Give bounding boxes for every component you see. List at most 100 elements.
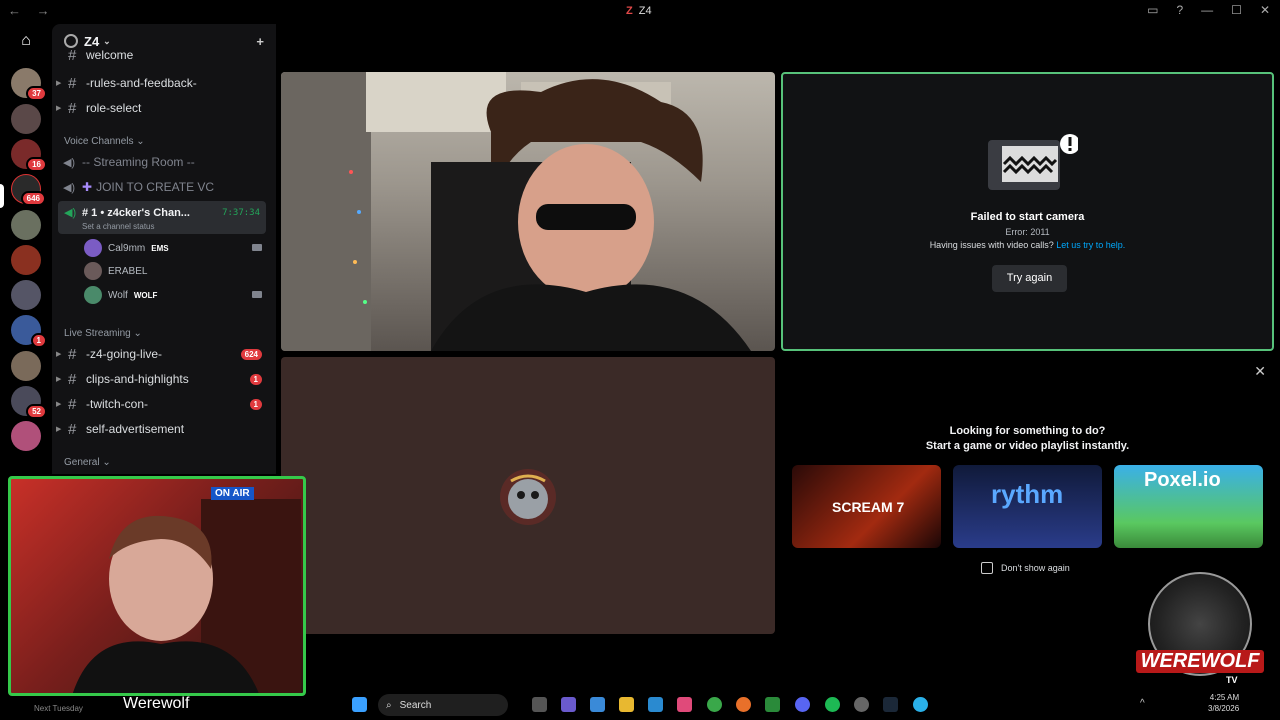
video-tile-avatar[interactable] — [281, 357, 775, 634]
werewolf-tv-logo: WEREWOLF TV — [1136, 572, 1264, 690]
activity-card-rythm[interactable]: rythm — [953, 465, 1102, 548]
windows-start-icon[interactable] — [352, 697, 367, 712]
chevron-right-icon: ▶ — [56, 80, 62, 87]
back-forward-icons[interactable]: ← → — [8, 3, 56, 18]
call-timer: 7:37:34 — [222, 208, 260, 218]
try-again-button[interactable]: Try again — [992, 265, 1067, 292]
windows-taskbar: ⌕ Search ^ — [330, 690, 1280, 720]
channel-self-advertisement[interactable]: ▶ # self-advertisement — [56, 418, 272, 440]
category-voice-channels[interactable]: Voice Channels ⌄ — [64, 136, 145, 147]
search-icon: ⌕ — [386, 699, 392, 711]
channel-welcome[interactable]: # welcome — [56, 48, 272, 62]
vc-member[interactable]: ERABEL — [84, 261, 147, 281]
title-bar: ← → Z Z4 ▭ ? — ☐ ✕ — [0, 0, 1280, 24]
app-logo-icon: Z — [626, 5, 633, 17]
close-button[interactable]: ✕ — [1260, 3, 1270, 17]
video-tile-camera-error: Failed to start camera Error: 2011 Havin… — [781, 72, 1274, 351]
copilot-icon[interactable] — [590, 697, 605, 712]
close-icon[interactable]: ✕ — [1254, 363, 1266, 380]
channel-status-prompt[interactable]: Set a channel status — [82, 222, 155, 231]
active-voice-channel[interactable]: ◀) # 1 • z4cker's Chan... 7:37:34 Set a … — [58, 201, 266, 234]
channel-z4-going-live[interactable]: ▶ # -z4-going-live- 624 — [56, 343, 272, 365]
server-icon[interactable]: 16 — [11, 139, 47, 172]
webcam-overlay: ON AIR — [8, 476, 306, 696]
server-name: Z4 — [84, 33, 100, 49]
hash-icon: # — [68, 74, 77, 92]
file-explorer-icon[interactable] — [619, 697, 634, 712]
teams-icon[interactable] — [561, 697, 576, 712]
server-icon-z4[interactable]: 646 — [11, 174, 46, 206]
video-camera-icon — [252, 291, 262, 298]
broken-camera-illustration — [988, 134, 1078, 190]
voice-channel-join-to-create[interactable]: ◀) ✚ JOIN TO CREATE VC — [56, 176, 272, 198]
system-tray-chevron-icon[interactable]: ^ — [1140, 698, 1145, 709]
messenger-icon[interactable] — [913, 697, 928, 712]
category-live-streaming[interactable]: Live Streaming ⌄ — [64, 328, 142, 339]
error-code: Error: 2011 — [1005, 227, 1050, 237]
checkbox[interactable] — [981, 562, 993, 574]
unread-badge: 37 — [26, 86, 47, 101]
dont-show-again-checkbox[interactable]: Don't show again — [981, 562, 1070, 574]
server-guide-icon — [64, 34, 78, 48]
on-air-badge: ON AIR — [211, 487, 254, 500]
server-icon[interactable] — [11, 280, 41, 310]
category-general[interactable]: General ⌄ — [64, 457, 111, 468]
hash-icon: # — [68, 370, 77, 388]
server-icon[interactable] — [11, 245, 41, 275]
task-view-icon[interactable] — [532, 697, 547, 712]
server-icon[interactable]: 1 — [11, 315, 47, 348]
channel-clips-and-highlights[interactable]: ▶ # clips-and-highlights 1 — [56, 368, 272, 390]
hash-icon: # — [68, 48, 77, 62]
help-icon[interactable]: ? — [1176, 3, 1183, 17]
server-icon[interactable]: 52 — [11, 386, 47, 419]
speaker-icon: ◀) — [62, 156, 76, 169]
chevron-right-icon: ▶ — [56, 105, 62, 112]
unread-badge: 52 — [26, 404, 47, 419]
maximize-button[interactable]: ☐ — [1231, 3, 1242, 17]
obs-icon[interactable] — [854, 697, 869, 712]
video-tile-streamer[interactable] — [281, 72, 775, 351]
overlay-ticker-text: Next Tuesday — [34, 704, 83, 713]
help-link[interactable]: Let us try to help. — [1056, 240, 1125, 250]
server-icon[interactable] — [11, 210, 41, 240]
error-title: Failed to start camera — [970, 211, 1085, 223]
server-icon[interactable] — [11, 421, 41, 451]
discord-icon[interactable] — [795, 697, 810, 712]
mention-badge: 1 — [249, 373, 262, 385]
taskbar-search[interactable]: ⌕ Search — [378, 694, 508, 716]
taskbar-clock[interactable]: 4:25 AM 3/8/2026 — [1208, 692, 1239, 714]
avatar — [84, 286, 102, 304]
activity-card-poxel[interactable]: Poxel.io — [1114, 465, 1263, 548]
edge-icon[interactable] — [648, 697, 663, 712]
webcam-feed — [72, 499, 301, 693]
steam-icon[interactable] — [883, 697, 898, 712]
server-icon[interactable] — [11, 104, 41, 134]
mention-badge: 624 — [240, 348, 262, 360]
unread-badge: 16 — [26, 157, 47, 172]
vc-member[interactable]: Cal9mm EMS — [84, 238, 169, 258]
xbox-icon[interactable] — [765, 697, 780, 712]
store-icon[interactable] — [677, 697, 692, 712]
activity-card-scream[interactable]: SCREAM 7 — [792, 465, 941, 548]
discord-home-icon[interactable]: ⌂ — [12, 30, 40, 52]
channel-twitch-con[interactable]: ▶ # -twitch-con- 1 — [56, 393, 272, 415]
server-icon[interactable]: 37 — [11, 68, 47, 101]
inbox-icon[interactable]: ▭ — [1147, 3, 1158, 17]
spotify-icon[interactable] — [825, 697, 840, 712]
user-avatar — [500, 469, 556, 525]
hash-icon: # — [68, 99, 77, 117]
minimize-button[interactable]: — — [1201, 3, 1213, 17]
selected-indicator — [0, 184, 4, 208]
vc-member[interactable]: Wolf WOLF — [84, 285, 157, 305]
server-icon[interactable] — [11, 351, 41, 381]
channel-role-select[interactable]: ▶ # role-select — [56, 97, 272, 119]
mention-badge: 1 — [249, 398, 262, 410]
invite-people-icon[interactable]: + — [256, 34, 264, 49]
chrome-icon[interactable] — [707, 697, 722, 712]
channel-rules[interactable]: ▶ # -rules-and-feedback- — [56, 72, 272, 94]
server-rail: ⌂ 37 16 646 1 52 — [0, 24, 52, 474]
member-tag: WOLF — [133, 290, 158, 300]
avatar — [84, 239, 102, 257]
voice-channel-streaming-room[interactable]: ◀) -- Streaming Room -- — [56, 151, 272, 173]
firefox-icon[interactable] — [736, 697, 751, 712]
